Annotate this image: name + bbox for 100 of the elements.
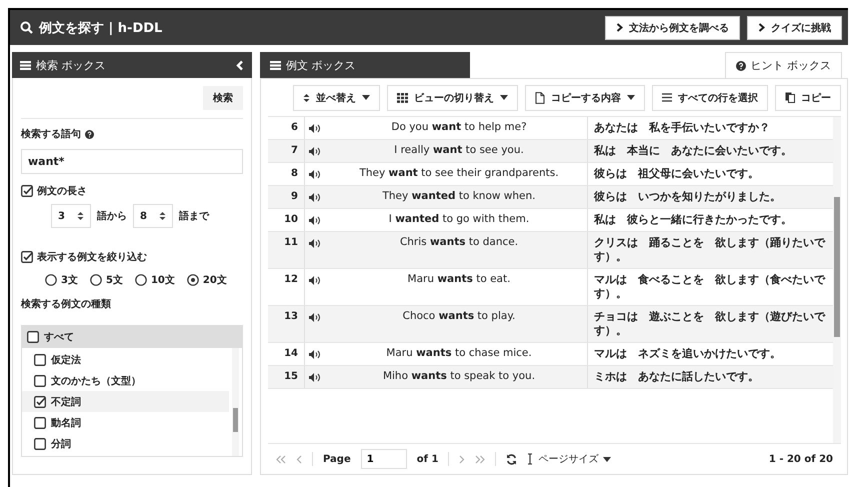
radio-button[interactable] xyxy=(134,274,147,286)
japanese-translation: クリスは 踊ることを 欲します（踊りたいです）。 xyxy=(594,236,825,263)
page-count: of 1 xyxy=(416,454,438,465)
japanese-translation: チョコは 遊ぶことを 欲します（遊びたいです）。 xyxy=(594,310,825,337)
japanese-translation: 彼らは 祖父母に会いたいです。 xyxy=(594,166,759,180)
radio-label: 20文 xyxy=(202,274,227,287)
lines-icon xyxy=(662,93,672,102)
field-label: 検索する例文の種類 xyxy=(21,298,112,311)
english-sentence: Do you want to help me? xyxy=(391,120,527,133)
search-term-field[interactable]: want* xyxy=(21,149,243,174)
field-label: 検索する語句 xyxy=(21,128,81,141)
japanese-translation: 私は 彼らと一緒に行きたかったです。 xyxy=(594,212,792,226)
tab[interactable]: ヒント ボックス xyxy=(724,52,842,78)
caret-icon xyxy=(603,456,612,462)
speaker-icon[interactable] xyxy=(309,146,321,156)
scrollbar[interactable] xyxy=(833,116,841,444)
checkbox[interactable] xyxy=(34,396,46,408)
help-icon[interactable] xyxy=(85,130,94,138)
checkbox[interactable] xyxy=(21,185,33,197)
checkbox-label: 仮定法 xyxy=(51,353,81,366)
list-icon xyxy=(270,60,281,70)
row-number: 10 xyxy=(268,208,305,231)
toolbar-button[interactable]: 並べ替え xyxy=(293,85,380,111)
chevron-right-icon xyxy=(758,23,765,32)
checkbox[interactable] xyxy=(34,374,46,386)
search-button[interactable]: 検索 xyxy=(203,86,243,110)
checkbox[interactable] xyxy=(34,354,46,366)
number-spinner[interactable]: 8 xyxy=(133,204,173,228)
chevron-left-icon[interactable] xyxy=(236,60,244,70)
search-icon xyxy=(20,21,33,34)
checkbox-label: 動名詞 xyxy=(51,416,81,430)
window-title: 例文を探す | h-DDL xyxy=(39,20,162,36)
stepper-icon xyxy=(159,211,166,221)
caret-icon xyxy=(500,95,508,100)
page-label: Page xyxy=(323,454,351,465)
help-icon xyxy=(736,60,746,70)
row-number: 12 xyxy=(268,268,305,305)
toolbar-button[interactable]: コピーする内容 xyxy=(525,85,645,111)
speaker-icon[interactable] xyxy=(309,216,321,225)
checkbox-label: 表示する例文を絞り込む xyxy=(37,250,147,264)
row-number: 8 xyxy=(268,162,305,185)
speaker-icon[interactable] xyxy=(309,372,321,382)
row-number: 9 xyxy=(268,186,305,208)
list-icon xyxy=(20,60,31,70)
tab[interactable]: 例文 ボックス xyxy=(260,52,470,78)
checkbox[interactable] xyxy=(34,416,46,428)
number-spinner[interactable]: 3 xyxy=(51,204,91,228)
resize-icon xyxy=(527,453,534,466)
japanese-translation: 私は 本当に あなたに会いたいです。 xyxy=(594,144,792,157)
checkbox[interactable] xyxy=(21,251,33,263)
refresh-icon[interactable] xyxy=(506,454,518,465)
english-sentence: They wanted to know when. xyxy=(382,190,536,202)
radio-label: 5文 xyxy=(106,274,123,287)
radio-button[interactable] xyxy=(90,274,102,286)
radio-button[interactable] xyxy=(186,274,199,286)
row-number: 13 xyxy=(268,306,305,342)
english-sentence: Miho wants to speak to you. xyxy=(382,370,536,382)
nav-button[interactable]: クイズに挑戦 xyxy=(747,16,842,40)
english-sentence: Maru wants to eat. xyxy=(408,272,510,285)
radio-button[interactable] xyxy=(45,274,57,286)
speaker-icon[interactable] xyxy=(309,238,321,248)
row-number: 6 xyxy=(268,116,305,139)
toolbar-button[interactable]: ビューの切り替え xyxy=(387,85,518,111)
caret-icon xyxy=(627,95,635,100)
english-sentence: I really want to see you. xyxy=(394,144,524,156)
unit-label: 語まで xyxy=(179,210,209,223)
copy-icon xyxy=(785,92,795,104)
stepper-icon xyxy=(77,211,84,221)
unit-label: 語から xyxy=(97,210,127,223)
speaker-icon[interactable] xyxy=(309,170,321,179)
checkbox-label: 文のかたち（文型） xyxy=(51,374,141,388)
speaker-icon[interactable] xyxy=(309,350,321,359)
checkbox-label: 分詞 xyxy=(51,438,71,450)
grid-icon xyxy=(397,92,408,103)
row-number: 7 xyxy=(268,140,305,162)
checkbox-label: 例文の長さ xyxy=(37,184,87,198)
nav-button[interactable]: 文法から例文を調べる xyxy=(605,16,740,40)
english-sentence: I wanted to go with them. xyxy=(388,212,530,225)
english-sentence: Chris wants to dance. xyxy=(400,236,518,248)
panel-title: 検索 ボックス xyxy=(36,58,106,72)
row-number: 15 xyxy=(268,366,305,388)
result-range: 1 - 20 of 20 xyxy=(768,454,833,465)
radio-label: 10文 xyxy=(150,274,175,287)
page-field[interactable]: 1 xyxy=(360,449,407,470)
speaker-icon[interactable] xyxy=(309,192,321,202)
chevron-right-icon xyxy=(616,23,623,32)
page-size-dropdown[interactable]: ページサイズ xyxy=(527,452,612,466)
caret-icon xyxy=(362,95,370,100)
japanese-translation: マルは 食べることを 欲します（食べたいです）。 xyxy=(594,272,825,300)
checkbox[interactable] xyxy=(34,438,46,450)
document-icon xyxy=(535,92,545,104)
scrollbar[interactable] xyxy=(232,348,239,456)
toolbar-button[interactable]: コピー xyxy=(775,85,841,111)
speaker-icon[interactable] xyxy=(309,312,321,322)
english-sentence: They want to see their grandparents. xyxy=(359,166,559,179)
speaker-icon[interactable] xyxy=(309,276,321,285)
sort-icon xyxy=(303,92,310,103)
checkbox[interactable] xyxy=(27,331,39,343)
speaker-icon[interactable] xyxy=(309,124,321,133)
toolbar-button[interactable]: すべての行を選択 xyxy=(652,85,768,111)
